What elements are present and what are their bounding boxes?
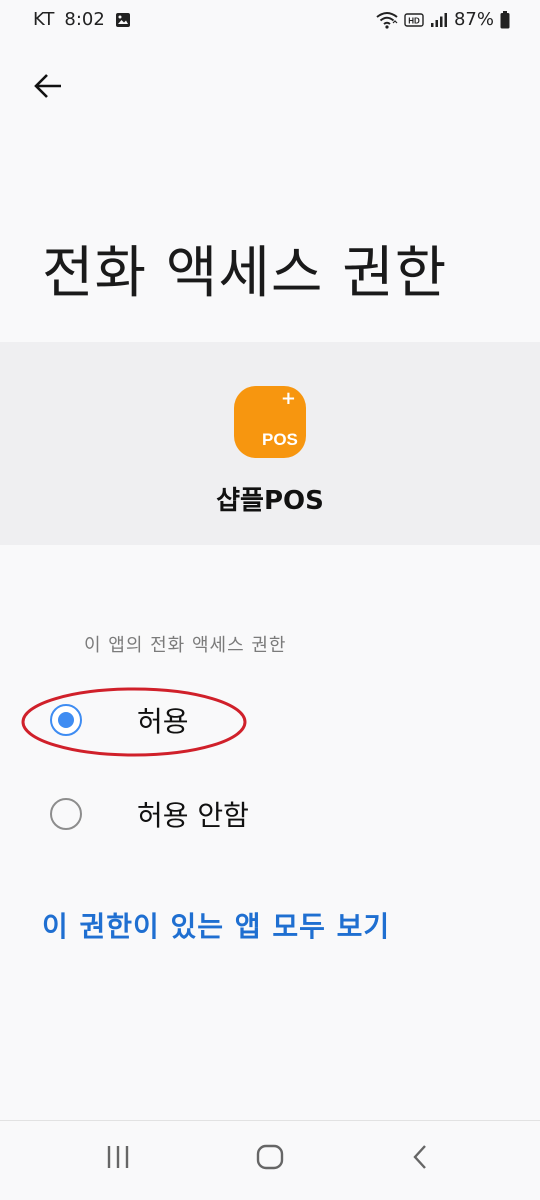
radio-option-allow[interactable]: 허용 [0, 680, 540, 760]
status-bar: KT 8:02 HD 87% [0, 0, 540, 40]
recent-apps-icon [104, 1144, 132, 1174]
time-label: 8:02 [64, 9, 105, 30]
battery-icon [500, 10, 510, 29]
app-name: 샵플POS [216, 486, 324, 516]
hd-icon: HD [404, 12, 424, 28]
app-icon-plus: + [280, 388, 296, 409]
carrier-label: KT [33, 9, 55, 30]
navigation-bar [0, 1121, 540, 1200]
radio-option-deny[interactable]: 허용 안함 [0, 774, 540, 854]
page-title: 전화 액세스 권한 [42, 241, 448, 306]
app-info-card: + POS 샵플POS [0, 342, 540, 545]
radio-label-deny: 허용 안함 [137, 799, 249, 832]
see-all-apps-link[interactable]: 이 권한이 있는 앱 모두 보기 [42, 905, 390, 945]
back-icon [410, 1143, 430, 1175]
signal-icon [430, 12, 448, 28]
status-left: KT 8:02 [33, 9, 131, 30]
battery-percent: 87% [453, 9, 494, 30]
screen: KT 8:02 HD 87% 전화 액세스 권한 + POS 샵플POS 이 앱… [0, 0, 540, 1200]
radio-label-allow: 허용 [137, 705, 189, 738]
nav-back-button[interactable] [398, 1139, 442, 1179]
section-label: 이 앱의 전화 액세스 권한 [84, 635, 287, 656]
radio-button-allow[interactable] [50, 704, 82, 736]
app-icon-text: POS [262, 430, 298, 449]
image-icon [115, 12, 131, 28]
recent-apps-button[interactable] [96, 1139, 140, 1179]
home-button[interactable] [248, 1139, 292, 1179]
wifi-icon [376, 11, 398, 29]
home-icon [255, 1143, 285, 1175]
back-button[interactable] [28, 68, 68, 108]
back-arrow-icon [33, 73, 63, 103]
status-right: HD 87% [376, 9, 510, 30]
app-icon: + POS [234, 386, 306, 458]
svg-text:HD: HD [408, 16, 420, 25]
radio-button-deny[interactable] [50, 798, 82, 830]
